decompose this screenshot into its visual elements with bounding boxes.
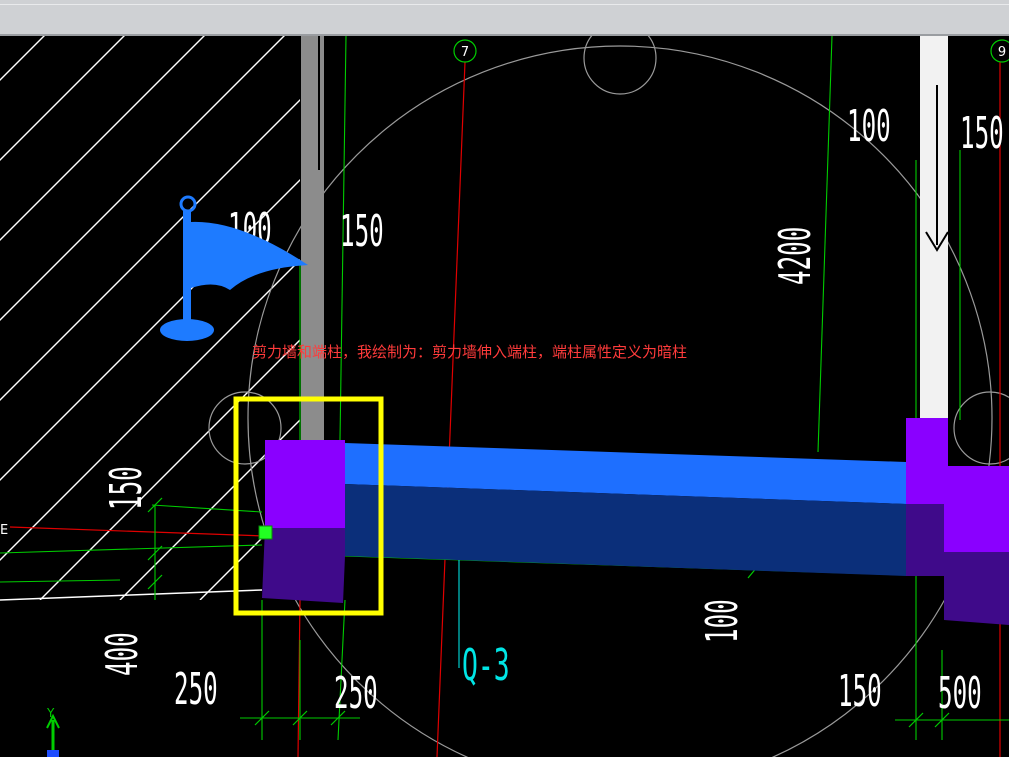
dim-text-150-bottom: 150 — [838, 666, 882, 717]
window-top-bar — [0, 0, 1009, 36]
dim-text-250-b: 250 — [334, 668, 378, 719]
grid-line-e — [9, 526, 266, 537]
dim-text-150-vertical: 150 — [101, 466, 152, 510]
column-right-edge[interactable] — [944, 466, 1009, 552]
wall-segment-gray[interactable] — [301, 36, 324, 444]
drawing-canvas[interactable]: 7 9 E 100 150 100 150 4200 150 400 250 2… — [0, 36, 1009, 757]
small-circle-top — [583, 36, 657, 95]
end-column-right-side[interactable] — [906, 504, 944, 576]
wall-segment-white[interactable] — [920, 36, 948, 421]
dim-text-100-bottom: 100 — [697, 599, 748, 643]
axis-label-e: E — [0, 523, 8, 538]
wall-label-q3[interactable]: Q-3 — [462, 639, 510, 691]
grip-point-icon[interactable] — [258, 525, 273, 540]
ucs-y-label: Y — [46, 706, 55, 720]
axis-label-7: 7 — [461, 45, 469, 60]
dim-text-150-left: 150 — [340, 206, 384, 257]
end-column-right[interactable] — [906, 418, 948, 504]
end-column-left-side[interactable] — [262, 528, 345, 603]
axis-label-9: 9 — [998, 45, 1006, 60]
drawing-svg[interactable]: 7 9 E 100 150 100 150 4200 150 400 250 2… — [0, 36, 1009, 757]
dim-text-250-a: 250 — [174, 664, 218, 715]
end-column-left[interactable] — [265, 440, 345, 528]
grid-line-7 — [436, 61, 466, 757]
hatch-boundary — [0, 589, 263, 601]
dim-text-100-right: 100 — [847, 101, 891, 152]
cad-window: 7 9 E 100 150 100 150 4200 150 400 250 2… — [0, 0, 1009, 757]
dim-text-150-right: 150 — [960, 108, 1004, 159]
dim-text-4200: 4200 — [770, 227, 821, 285]
annotation-note: 剪力墙和端柱，我绘制为：剪力墙伸入端柱，端柱属性定义为暗柱 — [252, 343, 687, 361]
ucs-axis-icon: Y — [46, 706, 60, 757]
dim-text-400-vertical: 400 — [97, 632, 148, 676]
column-right-edge-side[interactable] — [944, 552, 1009, 625]
dim-text-500-bottom: 500 — [938, 668, 982, 719]
top-bar-highlight — [0, 4, 1009, 5]
small-circle-right — [953, 391, 1009, 465]
